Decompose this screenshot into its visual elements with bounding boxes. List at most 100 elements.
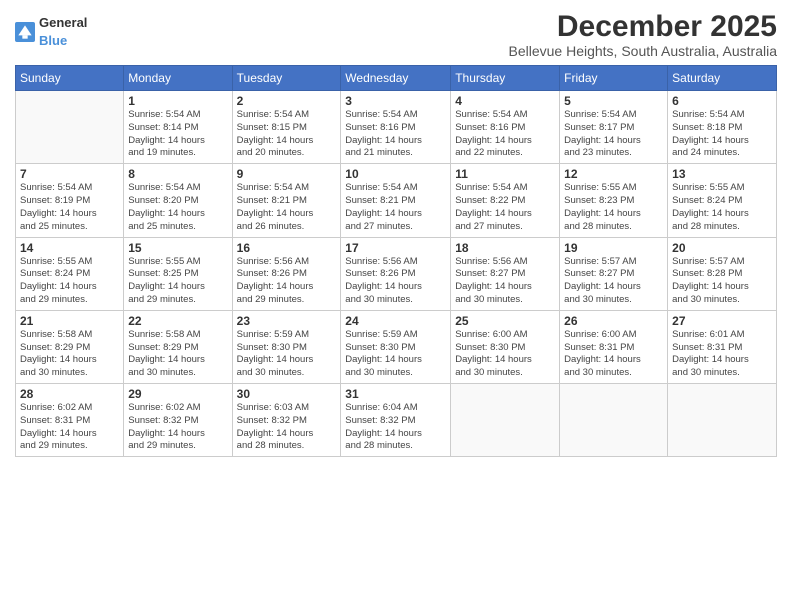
day-number: 14 — [20, 241, 119, 255]
calendar-cell: 29Sunrise: 6:02 AM Sunset: 8:32 PM Dayli… — [124, 384, 232, 457]
calendar-col-header: Tuesday — [232, 66, 341, 91]
day-detail: Sunrise: 5:54 AM Sunset: 8:15 PM Dayligh… — [237, 109, 337, 160]
calendar-cell: 15Sunrise: 5:55 AM Sunset: 8:25 PM Dayli… — [124, 237, 232, 310]
day-number: 6 — [672, 94, 772, 108]
day-number: 17 — [345, 241, 446, 255]
day-number: 30 — [237, 387, 337, 401]
day-detail: Sunrise: 5:54 AM Sunset: 8:21 PM Dayligh… — [237, 182, 337, 233]
calendar-cell: 26Sunrise: 6:00 AM Sunset: 8:31 PM Dayli… — [560, 310, 668, 383]
day-number: 21 — [20, 314, 119, 328]
day-detail: Sunrise: 5:55 AM Sunset: 8:23 PM Dayligh… — [564, 182, 663, 233]
day-detail: Sunrise: 5:54 AM Sunset: 8:22 PM Dayligh… — [455, 182, 555, 233]
day-number: 11 — [455, 167, 555, 181]
day-detail: Sunrise: 5:59 AM Sunset: 8:30 PM Dayligh… — [345, 329, 446, 380]
calendar-cell: 6Sunrise: 5:54 AM Sunset: 8:18 PM Daylig… — [668, 91, 777, 164]
day-number: 1 — [128, 94, 227, 108]
calendar-cell: 21Sunrise: 5:58 AM Sunset: 8:29 PM Dayli… — [16, 310, 124, 383]
calendar-cell: 25Sunrise: 6:00 AM Sunset: 8:30 PM Dayli… — [451, 310, 560, 383]
day-number: 24 — [345, 314, 446, 328]
day-detail: Sunrise: 5:57 AM Sunset: 8:28 PM Dayligh… — [672, 256, 772, 307]
day-number: 15 — [128, 241, 227, 255]
day-number: 16 — [237, 241, 337, 255]
day-detail: Sunrise: 5:58 AM Sunset: 8:29 PM Dayligh… — [128, 329, 227, 380]
calendar-cell: 14Sunrise: 5:55 AM Sunset: 8:24 PM Dayli… — [16, 237, 124, 310]
calendar-cell: 28Sunrise: 6:02 AM Sunset: 8:31 PM Dayli… — [16, 384, 124, 457]
day-number: 10 — [345, 167, 446, 181]
calendar-cell — [451, 384, 560, 457]
calendar-cell: 31Sunrise: 6:04 AM Sunset: 8:32 PM Dayli… — [341, 384, 451, 457]
calendar-table: SundayMondayTuesdayWednesdayThursdayFrid… — [15, 65, 777, 457]
calendar-cell: 1Sunrise: 5:54 AM Sunset: 8:14 PM Daylig… — [124, 91, 232, 164]
calendar-col-header: Friday — [560, 66, 668, 91]
calendar-cell: 27Sunrise: 6:01 AM Sunset: 8:31 PM Dayli… — [668, 310, 777, 383]
calendar-cell: 24Sunrise: 5:59 AM Sunset: 8:30 PM Dayli… — [341, 310, 451, 383]
day-number: 12 — [564, 167, 663, 181]
day-detail: Sunrise: 5:54 AM Sunset: 8:17 PM Dayligh… — [564, 109, 663, 160]
day-number: 18 — [455, 241, 555, 255]
calendar-header-row: SundayMondayTuesdayWednesdayThursdayFrid… — [16, 66, 777, 91]
day-detail: Sunrise: 5:58 AM Sunset: 8:29 PM Dayligh… — [20, 329, 119, 380]
day-number: 8 — [128, 167, 227, 181]
calendar-cell: 17Sunrise: 5:56 AM Sunset: 8:26 PM Dayli… — [341, 237, 451, 310]
calendar-cell: 13Sunrise: 5:55 AM Sunset: 8:24 PM Dayli… — [668, 164, 777, 237]
day-number: 3 — [345, 94, 446, 108]
day-detail: Sunrise: 5:56 AM Sunset: 8:26 PM Dayligh… — [345, 256, 446, 307]
calendar-week-row: 7Sunrise: 5:54 AM Sunset: 8:19 PM Daylig… — [16, 164, 777, 237]
calendar-col-header: Wednesday — [341, 66, 451, 91]
calendar-cell: 10Sunrise: 5:54 AM Sunset: 8:21 PM Dayli… — [341, 164, 451, 237]
calendar-cell: 30Sunrise: 6:03 AM Sunset: 8:32 PM Dayli… — [232, 384, 341, 457]
day-detail: Sunrise: 5:57 AM Sunset: 8:27 PM Dayligh… — [564, 256, 663, 307]
day-detail: Sunrise: 5:55 AM Sunset: 8:24 PM Dayligh… — [20, 256, 119, 307]
day-detail: Sunrise: 5:54 AM Sunset: 8:14 PM Dayligh… — [128, 109, 227, 160]
day-detail: Sunrise: 6:02 AM Sunset: 8:32 PM Dayligh… — [128, 402, 227, 453]
logo: General Blue — [15, 14, 87, 50]
calendar-cell — [16, 91, 124, 164]
calendar-cell: 23Sunrise: 5:59 AM Sunset: 8:30 PM Dayli… — [232, 310, 341, 383]
day-detail: Sunrise: 5:55 AM Sunset: 8:24 PM Dayligh… — [672, 182, 772, 233]
day-detail: Sunrise: 5:54 AM Sunset: 8:16 PM Dayligh… — [455, 109, 555, 160]
day-number: 9 — [237, 167, 337, 181]
day-number: 4 — [455, 94, 555, 108]
calendar-cell: 19Sunrise: 5:57 AM Sunset: 8:27 PM Dayli… — [560, 237, 668, 310]
day-detail: Sunrise: 5:55 AM Sunset: 8:25 PM Dayligh… — [128, 256, 227, 307]
day-number: 29 — [128, 387, 227, 401]
calendar-cell: 7Sunrise: 5:54 AM Sunset: 8:19 PM Daylig… — [16, 164, 124, 237]
day-number: 25 — [455, 314, 555, 328]
day-number: 31 — [345, 387, 446, 401]
calendar-week-row: 1Sunrise: 5:54 AM Sunset: 8:14 PM Daylig… — [16, 91, 777, 164]
calendar-cell: 8Sunrise: 5:54 AM Sunset: 8:20 PM Daylig… — [124, 164, 232, 237]
header: General Blue December 2025 Bellevue Heig… — [15, 10, 777, 59]
calendar-col-header: Monday — [124, 66, 232, 91]
calendar-week-row: 28Sunrise: 6:02 AM Sunset: 8:31 PM Dayli… — [16, 384, 777, 457]
calendar-cell: 18Sunrise: 5:56 AM Sunset: 8:27 PM Dayli… — [451, 237, 560, 310]
logo-text-general: General — [39, 15, 87, 30]
day-number: 23 — [237, 314, 337, 328]
calendar-cell: 3Sunrise: 5:54 AM Sunset: 8:16 PM Daylig… — [341, 91, 451, 164]
day-detail: Sunrise: 5:54 AM Sunset: 8:16 PM Dayligh… — [345, 109, 446, 160]
day-detail: Sunrise: 6:00 AM Sunset: 8:31 PM Dayligh… — [564, 329, 663, 380]
calendar-cell: 16Sunrise: 5:56 AM Sunset: 8:26 PM Dayli… — [232, 237, 341, 310]
day-number: 13 — [672, 167, 772, 181]
day-detail: Sunrise: 5:56 AM Sunset: 8:27 PM Dayligh… — [455, 256, 555, 307]
day-detail: Sunrise: 5:54 AM Sunset: 8:21 PM Dayligh… — [345, 182, 446, 233]
calendar-cell: 22Sunrise: 5:58 AM Sunset: 8:29 PM Dayli… — [124, 310, 232, 383]
day-detail: Sunrise: 6:01 AM Sunset: 8:31 PM Dayligh… — [672, 329, 772, 380]
calendar-cell: 4Sunrise: 5:54 AM Sunset: 8:16 PM Daylig… — [451, 91, 560, 164]
calendar-cell — [668, 384, 777, 457]
day-detail: Sunrise: 6:00 AM Sunset: 8:30 PM Dayligh… — [455, 329, 555, 380]
page-title: December 2025 — [509, 10, 778, 43]
calendar-cell: 20Sunrise: 5:57 AM Sunset: 8:28 PM Dayli… — [668, 237, 777, 310]
logo-icon — [15, 22, 35, 42]
calendar-cell: 5Sunrise: 5:54 AM Sunset: 8:17 PM Daylig… — [560, 91, 668, 164]
page-subtitle: Bellevue Heights, South Australia, Austr… — [509, 43, 778, 59]
calendar-col-header: Saturday — [668, 66, 777, 91]
day-number: 7 — [20, 167, 119, 181]
calendar-col-header: Sunday — [16, 66, 124, 91]
calendar-col-header: Thursday — [451, 66, 560, 91]
day-number: 2 — [237, 94, 337, 108]
day-detail: Sunrise: 5:59 AM Sunset: 8:30 PM Dayligh… — [237, 329, 337, 380]
logo-text-blue: Blue — [39, 33, 67, 48]
day-detail: Sunrise: 5:54 AM Sunset: 8:20 PM Dayligh… — [128, 182, 227, 233]
calendar-cell: 2Sunrise: 5:54 AM Sunset: 8:15 PM Daylig… — [232, 91, 341, 164]
day-detail: Sunrise: 5:54 AM Sunset: 8:18 PM Dayligh… — [672, 109, 772, 160]
